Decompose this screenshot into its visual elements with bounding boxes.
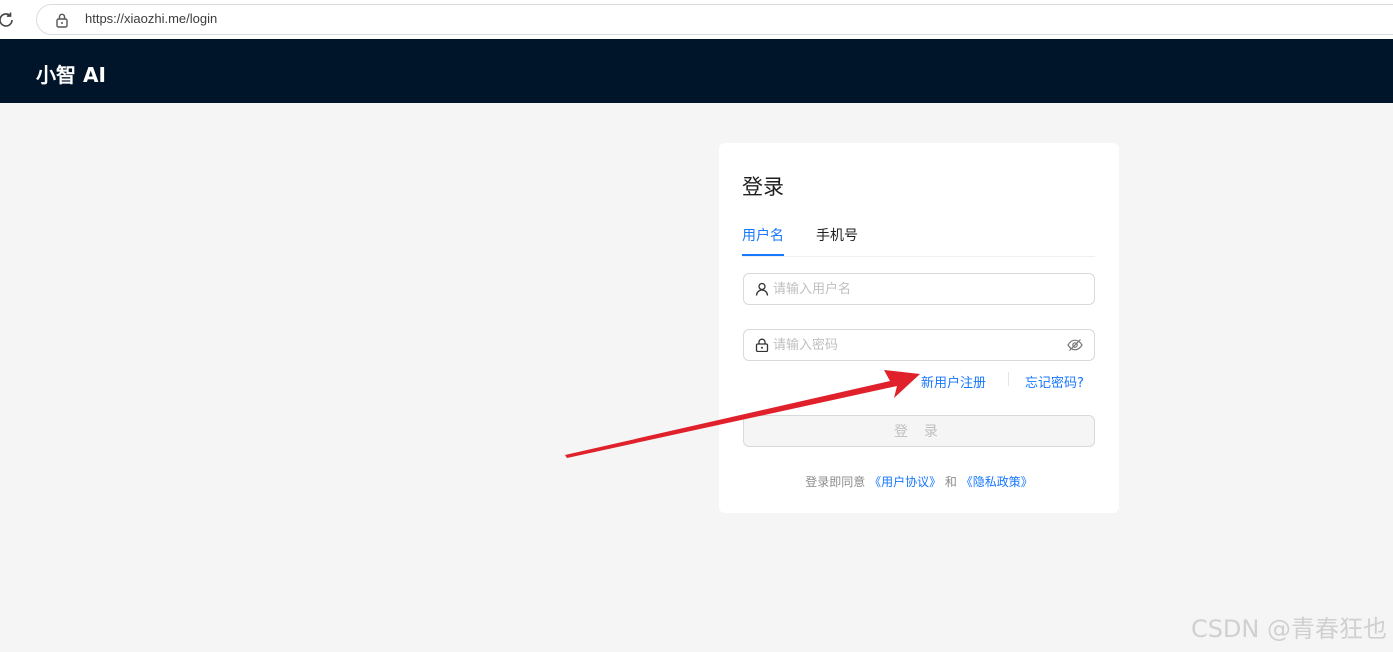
browser-toolbar: https://xiaozhi.me/login: [0, 0, 1393, 39]
forgot-password-link[interactable]: 忘记密码?: [1025, 372, 1084, 391]
url-text[interactable]: https://xiaozhi.me/login: [85, 11, 217, 26]
password-field[interactable]: [743, 329, 1095, 361]
tab-username[interactable]: 用户名: [742, 225, 784, 245]
link-divider: [1008, 372, 1009, 386]
page-title: 登录: [742, 175, 784, 199]
username-input[interactable]: [773, 274, 1063, 304]
app-logo[interactable]: 小智 AI: [36, 59, 106, 88]
user-agreement-link[interactable]: 《用户协议》: [869, 475, 941, 489]
address-bar[interactable]: https://xiaozhi.me/login: [36, 4, 1393, 35]
register-link[interactable]: 新用户注册: [921, 372, 986, 391]
agreement-and: 和: [944, 475, 957, 489]
tab-phone[interactable]: 手机号: [816, 225, 858, 245]
reload-icon[interactable]: [0, 10, 16, 30]
agreement-text: 登录即同意 《用户协议》 和 《隐私政策》: [719, 473, 1119, 490]
password-input[interactable]: [773, 330, 1063, 360]
username-field[interactable]: [743, 273, 1095, 305]
lock-icon[interactable]: [55, 12, 69, 28]
privacy-policy-link[interactable]: 《隐私政策》: [961, 475, 1033, 489]
login-card: 登录 用户名 手机号 新用户注册 忘记密码? 登 录 登录即同意 《用户协议》 …: [719, 143, 1119, 513]
watermark: CSDN @青春狂也: [1190, 615, 1387, 643]
app-header: 小智 AI: [0, 39, 1393, 103]
lock-icon: [755, 338, 769, 352]
tab-active-indicator: [742, 254, 784, 256]
eye-invisible-icon[interactable]: [1067, 338, 1083, 352]
login-button[interactable]: 登 录: [743, 415, 1095, 447]
login-tabs: 用户名 手机号: [742, 223, 1095, 257]
user-icon: [755, 282, 769, 296]
agreement-prefix: 登录即同意: [805, 475, 866, 489]
